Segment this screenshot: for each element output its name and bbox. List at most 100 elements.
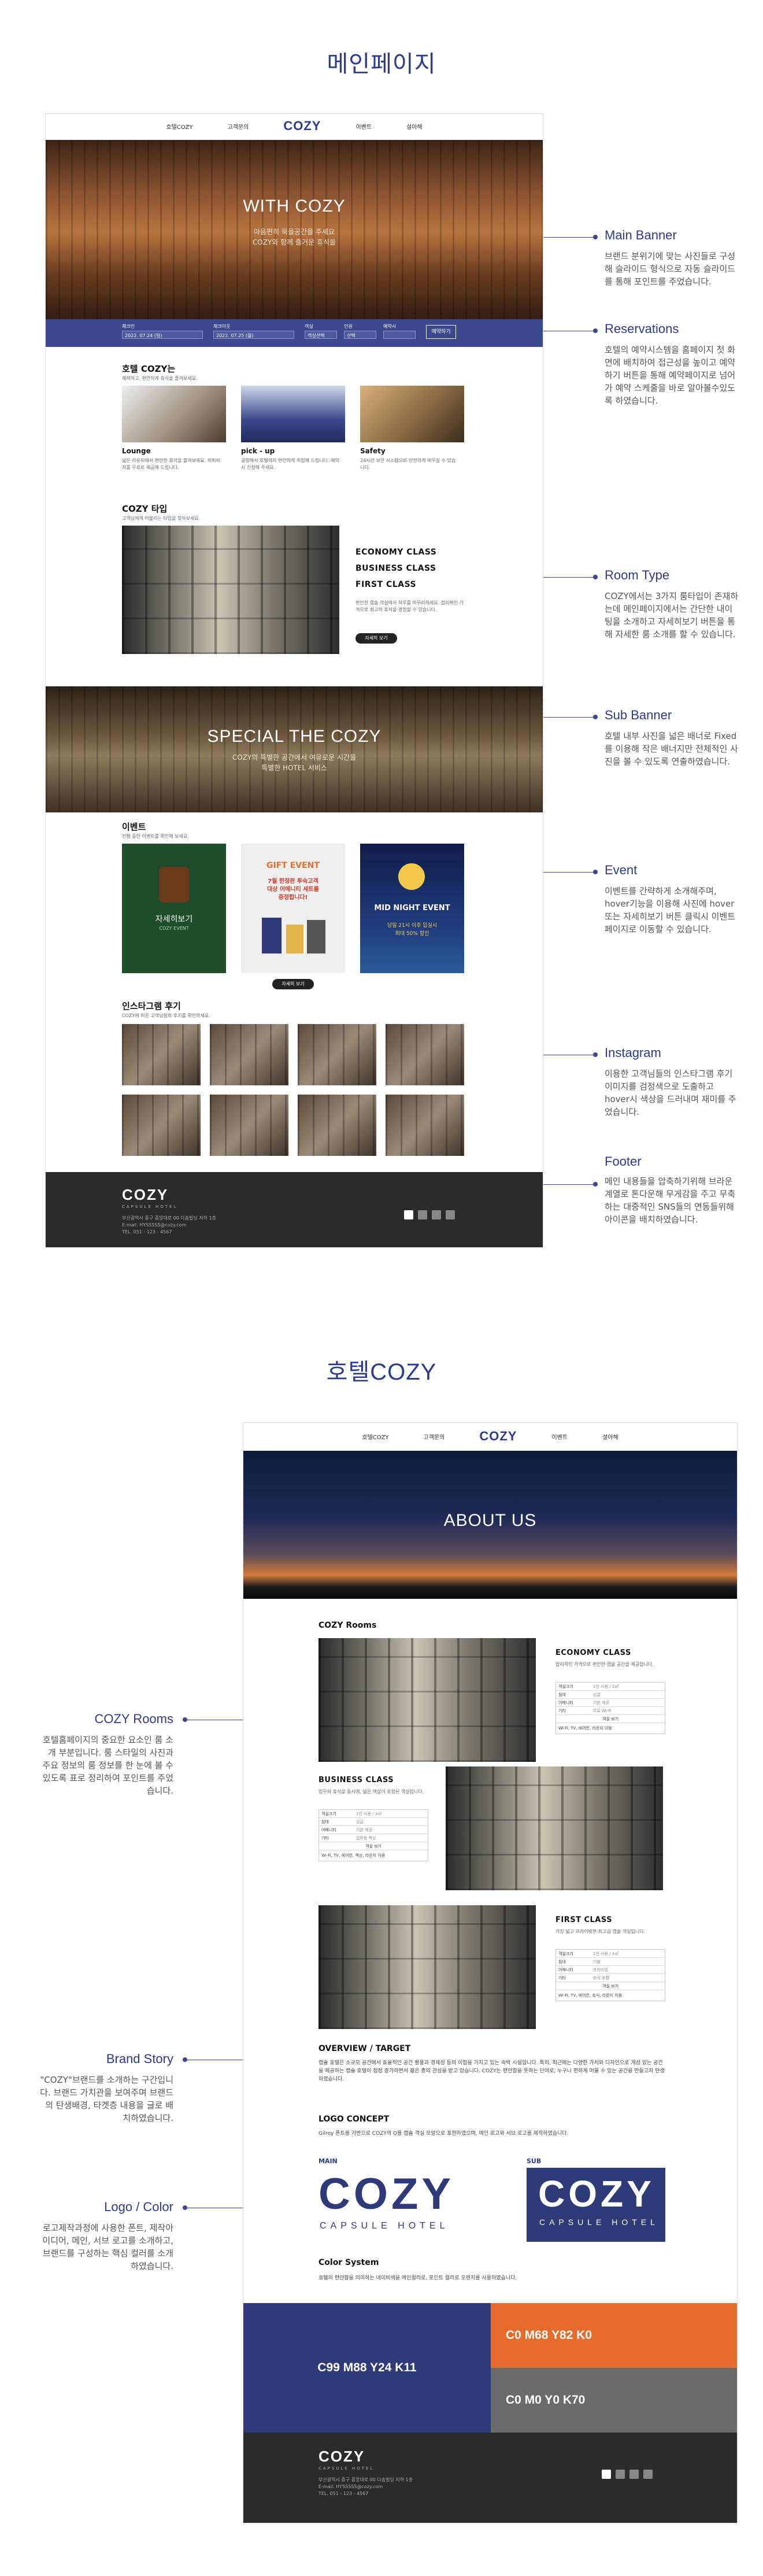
footer-line: E-mail. HYSSSSS@cozy.com [122, 1222, 187, 1228]
first-image[interactable] [318, 1905, 536, 2029]
nav-item[interactable]: 이벤트 [551, 1432, 568, 1441]
annotation-desc: "COZY"브랜드를 소개하는 구간입니다. 브랜드 가치관을 보여주며 브랜드… [40, 2075, 173, 2123]
nav-item[interactable]: 이벤트 [355, 122, 372, 131]
annotation-title: Sub Banner [605, 708, 672, 722]
card-desc: 넓은 라운지에서 편안한 휴식을 즐겨보세요. 커피와 차를 무료로 제공해 드… [122, 458, 220, 470]
instagram-photo[interactable] [122, 1095, 201, 1156]
logo-title: LOGO CONCEPT [318, 2115, 390, 2124]
event-card[interactable]: 자세히보기 COZY EVENT [122, 844, 226, 973]
nav-item[interactable]: 고객문의 [424, 1432, 445, 1441]
sns-icon[interactable] [404, 1210, 413, 1219]
event-card-line: 증정합니다! [278, 895, 308, 901]
nav-logo[interactable]: COZY [479, 1429, 517, 1444]
annotation-desc: 호텔 내부 사진을 넓은 배너로 Fixed를 이용해 작은 배너지만 전체적인… [605, 731, 738, 767]
room-class-label[interactable]: BUSINESS CLASS [355, 564, 436, 573]
nav-item[interactable]: 호텔COZY [166, 122, 192, 131]
spec-table: 객실크기 1인 사용 / 2㎡ 침대 싱글 어메니티 기본 제공 기타 무료 Wi-Fi… [555, 1682, 665, 1734]
sns-icon[interactable] [446, 1210, 455, 1219]
spec-key: 기타 [321, 1836, 329, 1840]
room-value: 객실선택 [308, 333, 325, 338]
main-logo-caption: CAPSULE HOTEL [320, 2221, 449, 2231]
instagram-sub: COZY에 머문 고객님들의 후기를 확인하세요. [122, 1013, 210, 1018]
spec-note: Wi-Fi, TV, 에어컨, 책상, 라운지 이용 [321, 1853, 386, 1858]
nav-logo[interactable]: COZY [283, 119, 321, 134]
spec-key: 객실크기 [558, 1684, 573, 1689]
event-card[interactable]: MID NIGHT EVENT 당일 21시 이후 입실시 최대 50% 할인 [360, 844, 464, 973]
annotation-dot [183, 2057, 187, 2062]
room-class-label[interactable]: ECONOMY CLASS [355, 548, 436, 557]
room-type-title: COZY 타입 [122, 504, 168, 514]
room-type-desc: 편안한 캡슐 객실에서 하루를 마무리하세요. 합리적인 가격으로 최고의 휴식… [355, 600, 464, 612]
sns-icon[interactable] [602, 2470, 611, 2479]
event-emblem [159, 867, 189, 903]
nav-item[interactable]: 설아해 [406, 122, 423, 131]
sub-logo-caption: CAPSULE HOTEL [539, 2217, 659, 2227]
instagram-photo[interactable] [210, 1095, 288, 1156]
instagram-photo[interactable] [298, 1024, 376, 1085]
room-more-button[interactable]: 자세히 보기 [355, 633, 397, 644]
business-image[interactable] [446, 1766, 663, 1890]
reserve-button[interactable]: 예약하기 [426, 325, 456, 339]
card-title: Safety [360, 447, 386, 455]
event-card-line: 당일 21시 이후 입실시 [387, 923, 438, 929]
top-nav: 호텔COZY 고객문의 COZY 이벤트 설아해 [243, 1429, 737, 1444]
spec-button[interactable]: 객실 보기 [602, 1982, 618, 1990]
nav-item[interactable]: 고객문의 [228, 122, 249, 131]
sns-icon[interactable] [629, 2470, 639, 2479]
spec-button[interactable]: 객실 보기 [602, 1715, 618, 1723]
annotation-dot [183, 2205, 187, 2210]
footer-line: 부산광역시 중구 중앙대로 00 다솜빌딩 지하 1층 [122, 1215, 217, 1221]
economy-image[interactable] [318, 1638, 536, 1762]
room-type-image[interactable] [122, 526, 339, 654]
footer-line: E-mail. HYSSSSS@cozy.com [318, 2484, 383, 2489]
lounge-image[interactable] [122, 386, 226, 442]
spec-val: 1인 사용 / 3㎡ [355, 1812, 382, 1816]
sub-logo: COZY [538, 2173, 655, 2215]
annotation-desc: 메인 내용들을 압축하기위해 브라운계열로 톤다운해 무게감을 주고 무축하는 … [605, 1176, 736, 1225]
sns-icon[interactable] [418, 1210, 427, 1219]
instagram-photo[interactable] [386, 1024, 464, 1085]
class-name: ECONOMY CLASS [555, 1649, 631, 1657]
hotel-intro-title: 호텔 COZY는 [122, 364, 176, 374]
spec-table: 객실크기 1인 사용 / 4㎡ 침대 더블 어메니티 프리미엄 기타 조식 포함 객실 … [555, 1949, 665, 2001]
sns-icon[interactable] [616, 2470, 625, 2479]
instagram-photo[interactable] [210, 1024, 288, 1085]
class-name: BUSINESS CLASS [318, 1776, 394, 1784]
spec-val: 기본 제공 [355, 1828, 372, 1832]
hotel-page-title: 호텔COZY [326, 1359, 437, 1385]
annotation-dot [593, 1182, 598, 1187]
events-title: 이벤트 [122, 822, 146, 832]
time-select[interactable] [383, 331, 416, 339]
main-page-mockup: 호텔COZY 고객문의 COZY 이벤트 설아해 WITH COZY 마음편히 … [45, 113, 543, 1248]
event-card-title: MID NIGHT EVENT [374, 904, 450, 912]
instagram-photo[interactable] [386, 1095, 464, 1156]
main-banner: WITH COZY 마음편히 묵을공간을 주세요 COZY와 함께 즐거운 휴식… [46, 140, 543, 325]
main-banner-sub: COZY와 함께 즐거운 휴식을 [252, 238, 336, 246]
moon-icon [398, 863, 425, 890]
annotation-title: Room Type [605, 568, 670, 582]
nav-item[interactable]: 설아해 [602, 1432, 618, 1441]
room-class-label[interactable]: FIRST CLASS [355, 580, 416, 589]
annotation-desc: 호텔홈페이지의 중요한 요소인 룸 소개 부분입니다. 룸 스타일의 사진과 주… [42, 1735, 173, 1796]
sns-icon[interactable] [432, 1210, 441, 1219]
annotation-dot [593, 235, 598, 239]
event-more-button[interactable]: 자세히 보기 [272, 979, 314, 989]
event-card[interactable]: GIFT EVENT 7월 한정판 투숙고객 대상 어메니티 세트를 증정합니다… [241, 844, 345, 973]
top-nav: 호텔COZY 고객문의 COZY 이벤트 설아해 [46, 119, 543, 134]
annotation-dot [593, 715, 598, 719]
spec-button[interactable]: 객실 보기 [365, 1842, 382, 1850]
instagram-photo[interactable] [298, 1095, 376, 1156]
color-swatch: C0 M0 Y0 K70 [491, 2368, 737, 2433]
pickup-image[interactable] [241, 386, 345, 442]
spec-key: 어메니티 [558, 1701, 573, 1705]
event-card-title: GIFT EVENT [266, 861, 320, 870]
main-banner-title: WITH COZY [243, 197, 346, 216]
spec-val: 무료 Wi-Fi [592, 1709, 612, 1713]
footer: COZY CAPSULE HOTEL 부산광역시 중구 중앙대로 00 다솜빌딩… [243, 2433, 737, 2523]
sub-banner-sub: 특별한 HOTEL 서비스 [261, 764, 327, 772]
nav-item[interactable]: 호텔COZY [362, 1432, 388, 1441]
annotation-dot [593, 575, 598, 579]
sns-icon[interactable] [643, 2470, 653, 2479]
safety-image[interactable] [360, 386, 464, 442]
instagram-photo[interactable] [122, 1024, 201, 1085]
